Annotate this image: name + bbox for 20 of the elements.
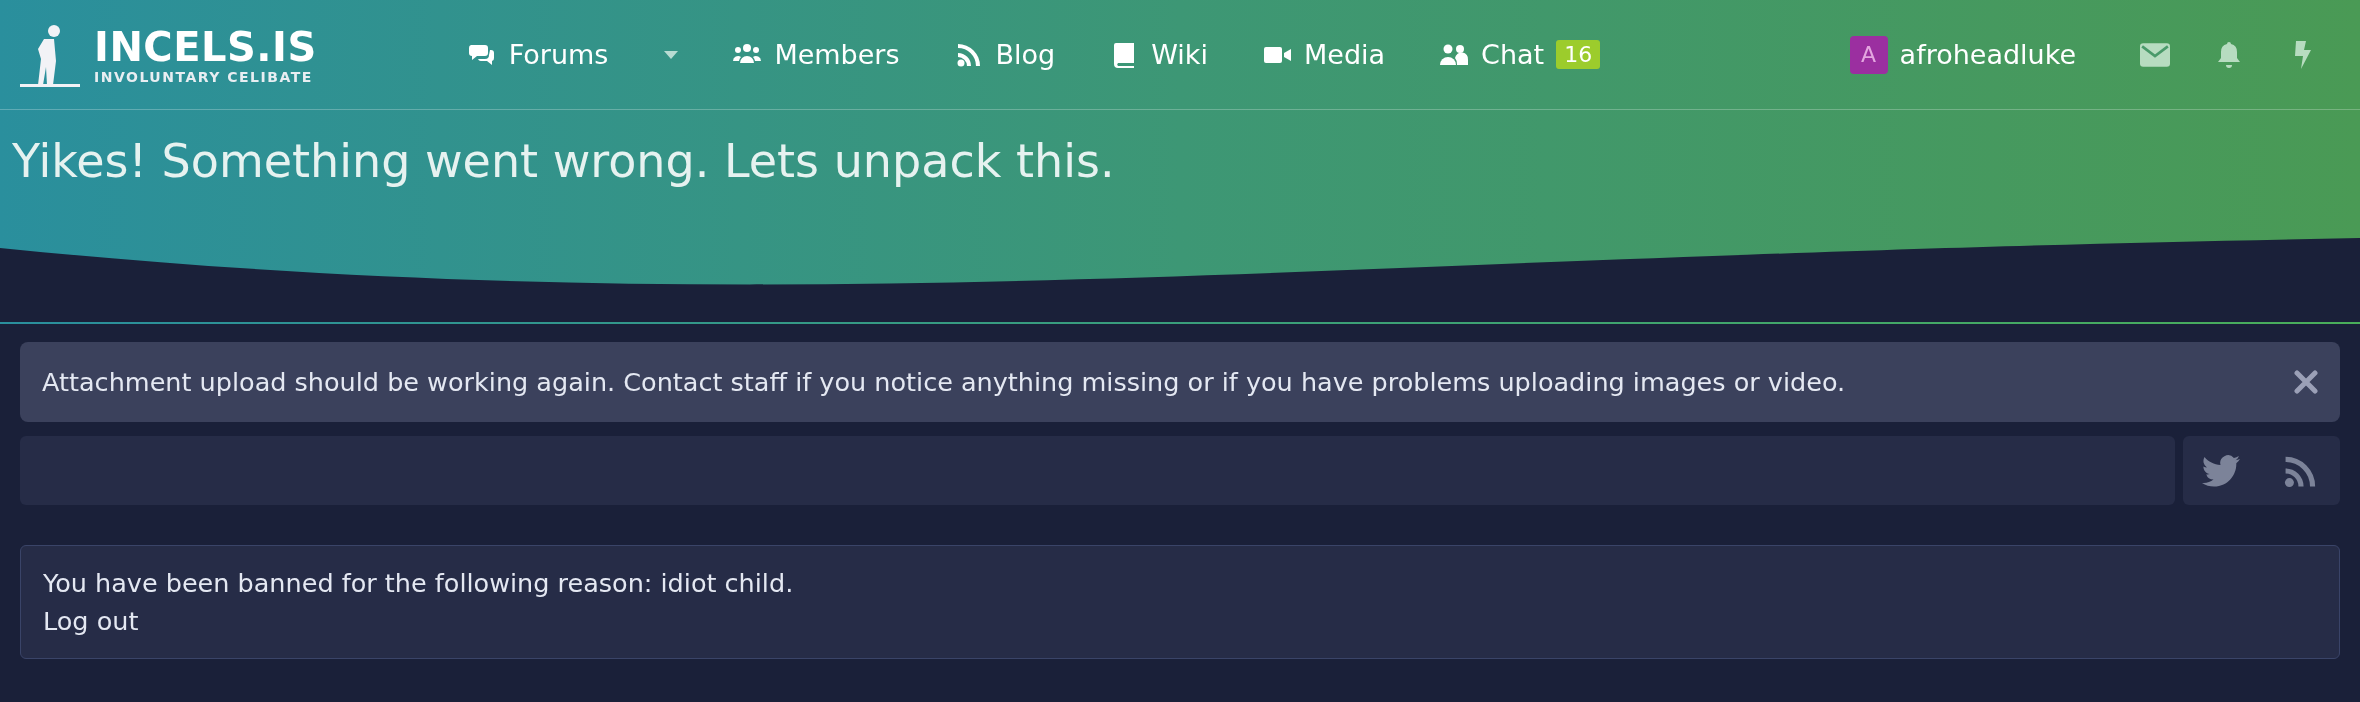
envelope-icon[interactable] xyxy=(2140,40,2170,69)
caret-icon[interactable] xyxy=(664,50,679,59)
nav-link[interactable]: Blog xyxy=(953,39,1056,70)
site-tagline: INVOLUNTARY CELIBATE xyxy=(94,68,314,85)
site-logo-text[interactable]: INCELS.IS xyxy=(94,24,317,69)
chat-count-badge: 16 xyxy=(1556,40,1601,69)
username-link[interactable]: afroheadluke xyxy=(1899,39,2076,70)
nav-link[interactable]: Media xyxy=(1262,39,1386,70)
nav-link[interactable]: Forums xyxy=(466,39,679,70)
nav-link[interactable]: Members xyxy=(732,39,900,70)
user-avatar[interactable]: A xyxy=(1849,35,1888,74)
ban-message: You have been banned for the following reason: idiot child. xyxy=(43,567,795,600)
close-icon[interactable] xyxy=(2294,370,2318,394)
nav-link[interactable]: Wiki xyxy=(1109,39,1208,70)
page-title: Yikes! Something went wrong. Lets unpack this. xyxy=(11,133,1116,188)
bird-icon[interactable] xyxy=(2202,452,2243,489)
nav-link[interactable]: Chat 16 xyxy=(1439,39,1601,70)
notice-text: Attachment upload should be working again. Contact staff if you notice anything missing or if you have problems uploading images or video. xyxy=(42,367,1847,397)
logo-figure-icon xyxy=(20,22,80,87)
log-out-link[interactable]: Log out xyxy=(43,602,139,640)
